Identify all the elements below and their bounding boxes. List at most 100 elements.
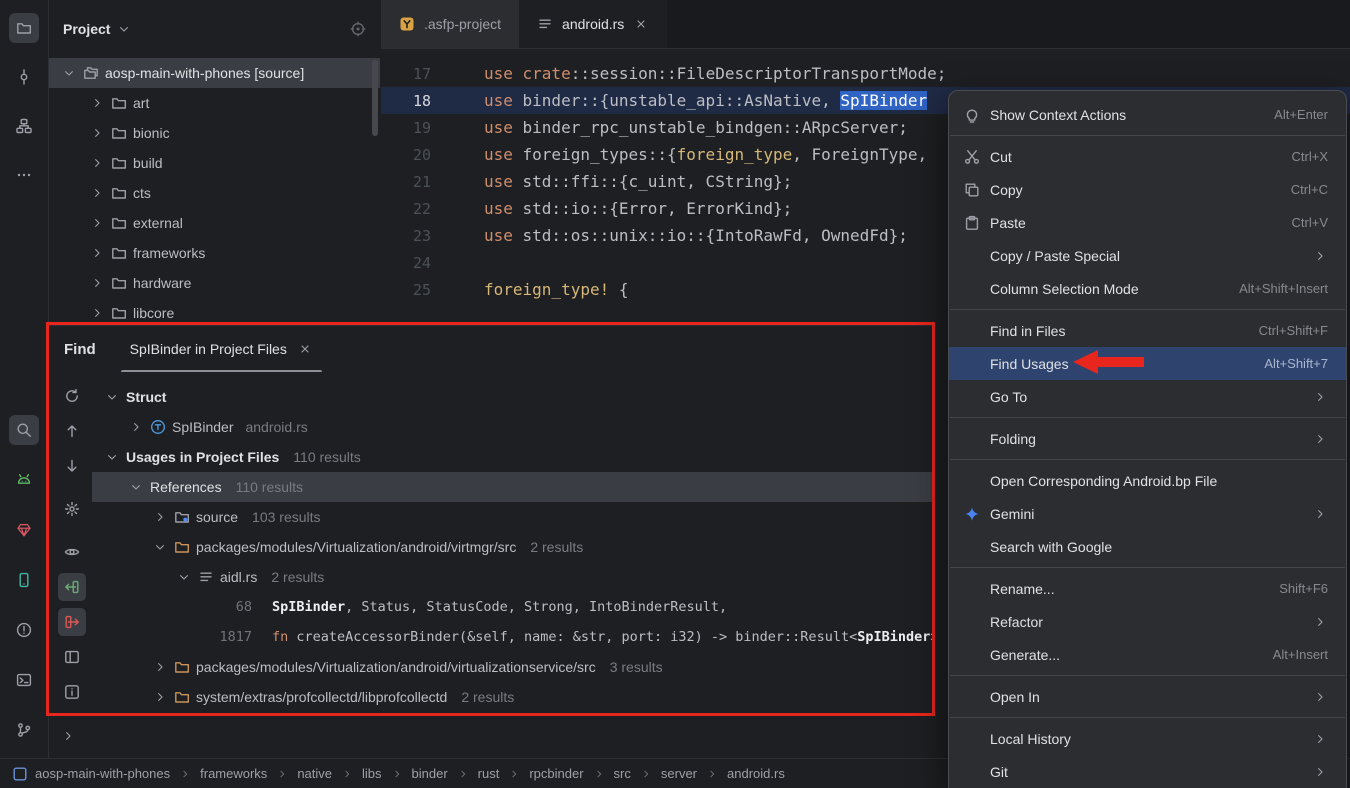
project-scrollbar-thumb[interactable]	[372, 60, 378, 136]
project-tree-item-external[interactable]: external	[49, 208, 380, 238]
find-row-count: 103 results	[252, 509, 320, 525]
chevron-down-icon[interactable]	[116, 21, 132, 37]
autoscroll-from-source-button[interactable]	[58, 608, 86, 636]
editor-tab-android-rs[interactable]: android.rs	[519, 0, 667, 48]
menu-item-search-with-google[interactable]: Search with Google	[949, 530, 1346, 563]
breadcrumb-item-aosp-main-with-phones[interactable]: aosp-main-with-phones	[35, 766, 170, 781]
menu-item-find-usages[interactable]: Find UsagesAlt+Shift+7	[949, 347, 1346, 380]
app-quality-insights-button[interactable]	[9, 515, 39, 545]
find-tree-row-packages-modules-virtualization-android-virtualizationservice-src[interactable]: packages/modules/Virtualization/android/…	[92, 652, 932, 682]
navigate-with-single-click-button[interactable]	[58, 573, 86, 601]
editor-tab-asfp-project[interactable]: .asfp-project	[381, 0, 519, 48]
logcat-button[interactable]	[9, 465, 39, 495]
menu-item-label: Rename...	[990, 581, 1251, 597]
find-tree-row-usages-in-project-files[interactable]: Usages in Project Files110 results	[92, 442, 932, 472]
search-button[interactable]	[9, 415, 39, 445]
terminal-button[interactable]	[9, 665, 39, 695]
find-match-row-68[interactable]: 68SpIBinder, Status, StatusCode, Strong,…	[92, 592, 932, 622]
find-tree-row-aidl-rs[interactable]: aidl.rs2 results	[92, 562, 932, 592]
code-line-17[interactable]: 17use crate::session::FileDescriptorTran…	[381, 60, 1350, 87]
project-tree-item-frameworks[interactable]: frameworks	[49, 238, 380, 268]
menu-item-generate[interactable]: Generate...Alt+Insert	[949, 638, 1346, 671]
find-tree-row-source[interactable]: source103 results	[92, 502, 932, 532]
menu-item-column-selection-mode[interactable]: Column Selection ModeAlt+Shift+Insert	[949, 272, 1346, 305]
next-occurrence-button[interactable]	[58, 452, 86, 480]
breadcrumb-item-rust[interactable]: rust	[478, 766, 500, 781]
menu-item-open-corresponding-android-bp-file[interactable]: Open Corresponding Android.bp File	[949, 464, 1346, 497]
breadcrumb-item-libs[interactable]: libs	[362, 766, 382, 781]
previous-occurrence-button[interactable]	[58, 417, 86, 445]
menu-item-find-in-files[interactable]: Find in FilesCtrl+Shift+F	[949, 314, 1346, 347]
menu-item-git[interactable]: Git	[949, 755, 1346, 788]
breadcrumb-item-rpcbinder[interactable]: rpcbinder	[529, 766, 583, 781]
menu-item-folding[interactable]: Folding	[949, 422, 1346, 455]
module-icon	[12, 766, 28, 782]
settings-button[interactable]	[58, 495, 86, 523]
find-results-tab[interactable]: SpIBinder in Project Files	[118, 326, 325, 372]
project-panel-title[interactable]: Project	[63, 21, 110, 37]
find-tree-row-system-extras-profcollectd-libprofcollectd[interactable]: system/extras/profcollectd/libprofcollec…	[92, 682, 932, 712]
folder-icon	[111, 155, 127, 171]
intention-bulb-icon	[964, 107, 980, 123]
project-button[interactable]	[9, 13, 39, 43]
match-line-number: 68	[196, 599, 252, 615]
more-tool-windows-button[interactable]	[9, 160, 39, 190]
find-tree-row-spibinder[interactable]: SpIBinderandroid.rs	[92, 412, 932, 442]
menu-item-gemini[interactable]: Gemini	[949, 497, 1346, 530]
help-button[interactable]	[58, 678, 86, 706]
breadcrumb-item-src[interactable]: src	[614, 766, 631, 781]
open-in-new-tab-button[interactable]	[58, 643, 86, 671]
menu-item-refactor[interactable]: Refactor	[949, 605, 1346, 638]
menu-item-open-in[interactable]: Open In	[949, 680, 1346, 713]
asfp-file-icon	[399, 16, 415, 32]
project-tree-item-bionic[interactable]: bionic	[49, 118, 380, 148]
breadcrumb-item-server[interactable]: server	[661, 766, 697, 781]
project-tree-item-cts[interactable]: cts	[49, 178, 380, 208]
menu-item-show-context-actions[interactable]: Show Context ActionsAlt+Enter	[949, 98, 1346, 131]
breadcrumb-item-native[interactable]: native	[297, 766, 332, 781]
line-number: 23	[381, 227, 431, 245]
breadcrumb-item-android-rs[interactable]: android.rs	[727, 766, 785, 781]
find-tree-row-packages-modules-virtualization-android-virtmgr-src[interactable]: packages/modules/Virtualization/android/…	[92, 532, 932, 562]
find-match-row-1817[interactable]: 1817fn createAccessorBinder(&self, name:…	[92, 622, 932, 652]
menu-item-local-history[interactable]: Local History	[949, 722, 1346, 755]
breadcrumb-separator-icon	[274, 766, 290, 782]
project-tree-item-libcore[interactable]: libcore	[49, 298, 380, 328]
problems-button[interactable]	[9, 615, 39, 645]
select-opened-file-icon[interactable]	[350, 21, 366, 37]
find-row-label: packages/modules/Virtualization/android/…	[196, 659, 596, 675]
menu-item-rename[interactable]: Rename...Shift+F6	[949, 572, 1346, 605]
menu-item-copy[interactable]: CopyCtrl+C	[949, 173, 1346, 206]
expand-chevron-icon[interactable]	[60, 728, 76, 744]
project-panel-header: Project	[49, 0, 380, 58]
preview-button[interactable]	[58, 538, 86, 566]
structure-icon	[16, 118, 32, 134]
structure-button[interactable]	[9, 111, 39, 141]
project-item-label: build	[133, 155, 163, 171]
project-tree-item-build[interactable]: build	[49, 148, 380, 178]
breadcrumb-item-binder[interactable]: binder	[412, 766, 448, 781]
find-tree-row-references[interactable]: References110 results	[92, 472, 932, 502]
commit-button[interactable]	[9, 62, 39, 92]
find-row-count: 2 results	[271, 569, 324, 585]
find-tree-row-struct[interactable]: Struct	[92, 382, 932, 412]
device-manager-button[interactable]	[9, 565, 39, 595]
find-row-count: 110 results	[293, 449, 360, 465]
project-tree-item-art[interactable]: art	[49, 88, 380, 118]
rerun-button[interactable]	[58, 382, 86, 410]
submenu-arrow-icon	[1312, 431, 1328, 447]
menu-item-go-to[interactable]: Go To	[949, 380, 1346, 413]
menu-item-paste[interactable]: PasteCtrl+V	[949, 206, 1346, 239]
version-control-button[interactable]	[9, 715, 39, 745]
line-number: 25	[381, 281, 431, 299]
source-root-icon	[174, 509, 190, 525]
project-tree-item-hardware[interactable]: hardware	[49, 268, 380, 298]
chevron-down-icon	[128, 479, 144, 495]
menu-item-copy-paste-special[interactable]: Copy / Paste Special	[949, 239, 1346, 272]
breadcrumb-item-frameworks[interactable]: frameworks	[200, 766, 267, 781]
breadcrumb-separator-icon	[704, 766, 720, 782]
menu-item-cut[interactable]: CutCtrl+X	[949, 140, 1346, 173]
close-tab-icon[interactable]	[297, 341, 313, 357]
project-tree-item-aosp-main-with-phones-source[interactable]: aosp-main-with-phones [source]	[49, 58, 380, 88]
chevron-right-icon	[152, 509, 168, 525]
